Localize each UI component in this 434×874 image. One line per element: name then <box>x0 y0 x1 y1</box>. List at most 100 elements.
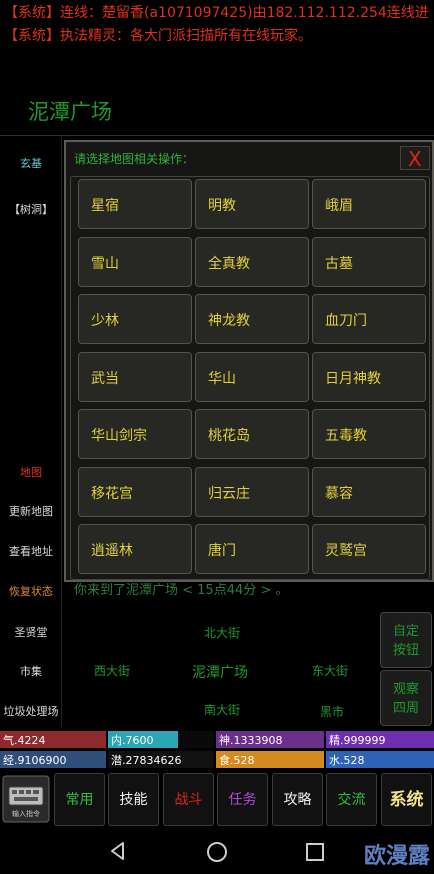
nei-label: 内.7600 <box>111 734 154 747</box>
dialog-prompt: 请选择地图相关操作： <box>74 152 195 166</box>
map-option-label: 五毒教 <box>325 428 367 444</box>
observe-surroundings-button[interactable]: 观察 四周 <box>380 670 432 726</box>
map-option-label: 星宿 <box>91 198 119 214</box>
status-message: 你来到了泥潭广场 < 15点44分 > 。 <box>74 583 289 598</box>
jing-label: 精.999999 <box>329 734 386 747</box>
water-bar: 水.528 <box>326 751 434 768</box>
map-navigation: 北大街 西大街 泥潭广场 东大街 南大街 黑市 自定 按钮 观察 四周 <box>64 604 434 726</box>
map-option-label: 少林 <box>91 313 119 329</box>
close-icon: X <box>408 147 422 171</box>
sidebar-item-map[interactable]: 地图 <box>0 464 62 480</box>
map-option-button[interactable]: 神龙教 <box>195 294 309 344</box>
sidebar-item-sage-hall[interactable]: 圣贤堂 <box>0 624 62 640</box>
command-input-label: 输入指令 <box>12 809 40 818</box>
map-option-label: 武当 <box>91 371 119 387</box>
nei-bar: 内.7600 <box>108 731 214 748</box>
map-option-label: 华山剑宗 <box>91 428 147 444</box>
sidebar-item-update-map[interactable]: 更新地图 <box>0 503 62 519</box>
food-bar: 食.528 <box>216 751 324 768</box>
exit-north[interactable]: 北大街 <box>204 624 240 641</box>
location-header: 泥潭广场 <box>0 86 434 212</box>
chat-button[interactable]: 交流 <box>326 773 377 826</box>
back-icon[interactable] <box>108 841 128 861</box>
map-option-label: 血刀门 <box>325 313 367 329</box>
map-option-label: 慕容 <box>325 486 353 502</box>
map-option-label: 全真教 <box>208 256 250 272</box>
map-option-label: 峨眉 <box>325 198 353 214</box>
map-option-label: 桃花岛 <box>208 428 250 444</box>
map-option-button[interactable]: 雪山 <box>78 237 192 287</box>
map-option-label: 归云庄 <box>208 486 250 502</box>
map-option-grid: 星宿 明教 峨眉雪山 全真教 古墓少林 神龙教 血刀门武当 华山 日月神教华山剑宗 桃花岛 五毒教移… <box>70 176 430 580</box>
shen-label: 神.1333908 <box>219 734 283 747</box>
map-option-button[interactable]: 归云庄 <box>195 467 309 517</box>
current-location: 泥潭广场 <box>192 665 248 681</box>
map-option-label: 神龙教 <box>208 313 250 329</box>
android-nav-bar: 欧漫露 <box>0 828 434 874</box>
home-icon[interactable] <box>206 841 228 863</box>
jing-bar: 精.999999 <box>326 731 434 748</box>
water-label: 水.528 <box>329 754 365 767</box>
map-option-button[interactable]: 明教 <box>195 179 309 229</box>
recent-apps-icon[interactable] <box>305 842 325 862</box>
map-option-button[interactable]: 慕容 <box>312 467 426 517</box>
location-title: 泥潭广场 <box>28 100 112 124</box>
map-option-button[interactable]: 少林 <box>78 294 192 344</box>
system-log: 【系统】连线：楚留香(a1071097425)由182.112.112.254连… <box>0 0 434 52</box>
sidebar-item-garbage-yard[interactable]: 垃圾处理场 <box>0 703 62 719</box>
exit-black-market[interactable]: 黑市 <box>320 703 344 720</box>
sidebar-item-xuanji[interactable]: 玄基 <box>0 155 62 171</box>
exit-east[interactable]: 东大街 <box>312 662 348 679</box>
map-option-label: 古墓 <box>325 256 353 272</box>
map-option-button[interactable]: 移花宫 <box>78 467 192 517</box>
watermark: 欧漫露 <box>363 844 430 869</box>
map-option-label: 灵鹫宫 <box>325 543 367 559</box>
system-log-line: 【系统】连线：楚留香(a1071097425)由182.112.112.254连… <box>4 5 429 21</box>
guide-button[interactable]: 攻略 <box>272 773 323 826</box>
qi-bar: 气.4224 <box>0 731 106 748</box>
map-option-button[interactable]: 华山 <box>195 352 309 402</box>
system-log-line: 【系统】执法精灵：各大门派扫描所有在线玩家。 <box>4 28 312 44</box>
sidebar: 玄基 【树洞】 地图 更新地图 查看地址 恢复状态 圣贤堂 市集 垃圾处理场 <box>0 137 62 727</box>
map-option-button[interactable]: 五毒教 <box>312 409 426 459</box>
food-label: 食.528 <box>219 754 255 767</box>
sidebar-item-view-address[interactable]: 查看地址 <box>0 543 62 559</box>
map-option-button[interactable]: 血刀门 <box>312 294 426 344</box>
combat-button[interactable]: 战斗 <box>163 773 214 826</box>
map-option-button[interactable]: 逍遥林 <box>78 524 192 574</box>
map-option-button[interactable]: 峨眉 <box>312 179 426 229</box>
sidebar-item-market[interactable]: 市集 <box>0 663 62 679</box>
exp-label: 经.9106900 <box>3 754 67 767</box>
map-option-label: 雪山 <box>91 256 119 272</box>
qian-label: 潜.27834626 <box>111 754 182 767</box>
sidebar-item-restore-state[interactable]: 恢复状态 <box>0 583 62 599</box>
shen-bar: 神.1333908 <box>216 731 324 748</box>
qian-bar: 潜.27834626 <box>108 751 214 768</box>
map-option-button[interactable]: 武当 <box>78 352 192 402</box>
action-toolbar: 输入指令 常用 技能 战斗 任务 攻略 交流 系统 <box>0 770 434 828</box>
map-option-button[interactable]: 灵鹫宫 <box>312 524 426 574</box>
exit-west[interactable]: 西大街 <box>94 662 130 679</box>
exit-south[interactable]: 南大街 <box>204 701 240 718</box>
keyboard-icon: 输入指令 <box>2 775 50 823</box>
qi-label: 气.4224 <box>3 734 46 747</box>
close-button[interactable]: X <box>400 146 430 171</box>
map-option-button[interactable]: 全真教 <box>195 237 309 287</box>
quest-button[interactable]: 任务 <box>217 773 268 826</box>
map-option-label: 移花宫 <box>91 486 133 502</box>
custom-button[interactable]: 自定 按钮 <box>380 612 432 668</box>
map-option-button[interactable]: 古墓 <box>312 237 426 287</box>
map-option-button[interactable]: 桃花岛 <box>195 409 309 459</box>
map-option-button[interactable]: 华山剑宗 <box>78 409 192 459</box>
map-option-button[interactable]: 日月神教 <box>312 352 426 402</box>
map-option-button[interactable]: 唐门 <box>195 524 309 574</box>
map-option-label: 唐门 <box>208 543 236 559</box>
common-button[interactable]: 常用 <box>54 773 105 826</box>
map-option-button[interactable]: 星宿 <box>78 179 192 229</box>
map-option-label: 日月神教 <box>325 371 381 387</box>
skills-button[interactable]: 技能 <box>108 773 159 826</box>
map-option-label: 逍遥林 <box>91 543 133 559</box>
sidebar-item-tree-hole[interactable]: 【树洞】 <box>0 201 62 217</box>
command-input-button[interactable]: 输入指令 <box>2 775 50 823</box>
system-button[interactable]: 系统 <box>381 773 432 826</box>
